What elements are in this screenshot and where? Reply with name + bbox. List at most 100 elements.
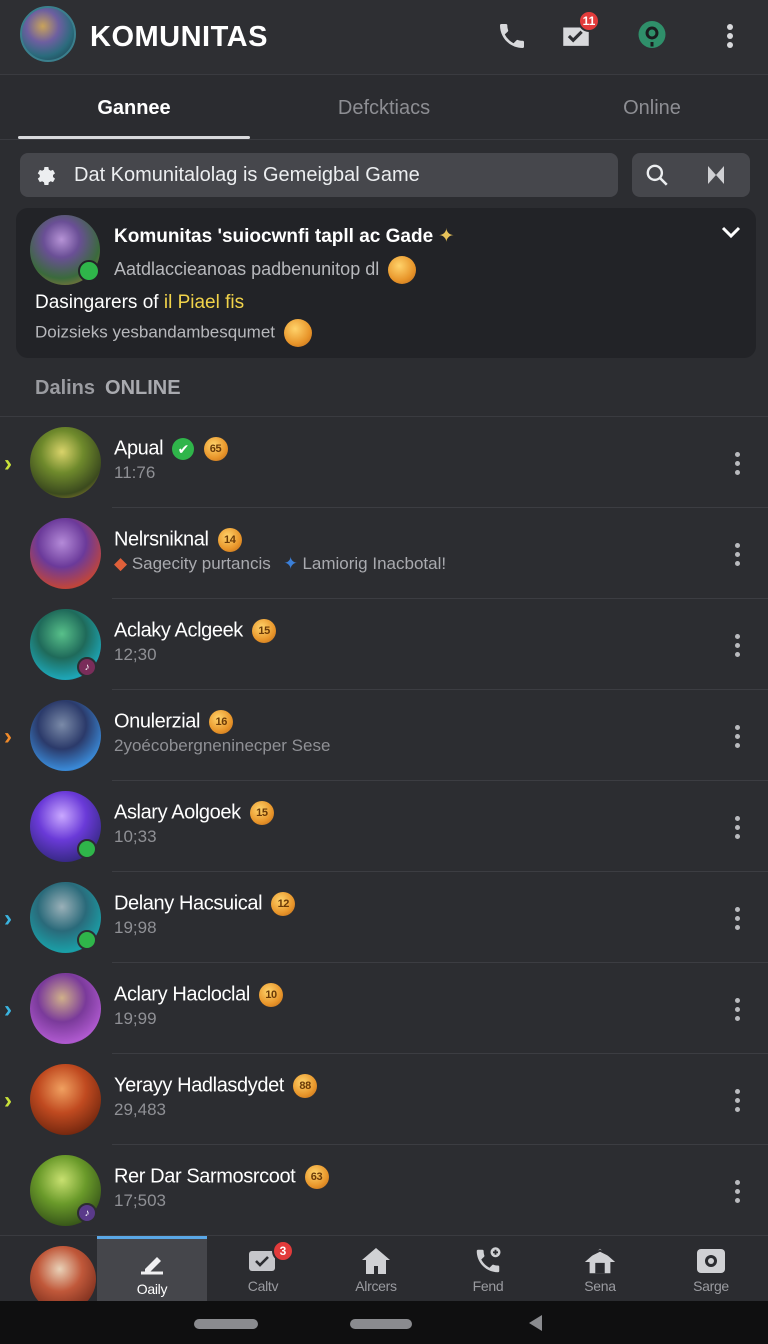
verified-icon: ✔ [172,438,195,460]
list-item[interactable]: › Delany Hacsuical 12 19;98 [0,872,768,963]
level-badge: 15 [249,801,274,825]
notification-badge: 3 [272,1240,294,1262]
member-name: Yerayy Hadlasdydet 88 [114,1074,318,1098]
search-icon[interactable] [644,162,670,193]
featured-detail: Doizsieks yesbandambesqumet [35,319,312,347]
level-badge: 63 [304,1165,329,1189]
recents-button[interactable] [194,1319,258,1329]
community-avatar[interactable] [20,6,76,62]
nav-label: Alrcers [355,1278,397,1294]
more-options-icon[interactable] [722,720,752,752]
featured-title: Komunitas 'suiocwnfi tapll ac Gade ✦ [114,225,454,248]
more-options-icon[interactable] [722,1084,752,1116]
home-button[interactable] [350,1319,412,1329]
avatar[interactable] [30,700,101,771]
member-time: 10;33 [114,827,157,846]
list-item[interactable]: Aslary Aolgoek 15 10;33 [0,781,768,872]
list-item[interactable]: ♪ Rer Dar Sarmosrcoot 63 17;503 [0,1145,768,1236]
more-options-icon[interactable] [722,1175,752,1207]
member-name: Aclaky Aclgeek 15 [114,619,277,643]
overflow-menu-icon[interactable] [712,18,748,54]
sparkle-icon: ✦ [438,226,455,247]
level-badge: 12 [271,892,296,916]
store-icon [583,1246,617,1276]
search-bar[interactable]: Dat Komunitalolag is Gemeigbal Game [20,153,618,197]
nav-item-sarge[interactable]: Sarge [656,1236,766,1302]
list-item[interactable]: ♪ Aclaky Aclgeek 15 12;30 [0,599,768,690]
list-item[interactable]: › Apual ✔ 65 11:76 [0,417,768,508]
tab-online[interactable]: Online [538,75,766,141]
pencil-icon [135,1249,169,1279]
chevron-down-icon[interactable] [720,224,742,245]
member-name-text: Nelrsniknal [114,528,209,551]
nav-label: Oaily [136,1281,168,1297]
member-name: Nelrsniknal 14 [114,528,242,552]
status-icon: ♪ [77,1203,97,1223]
featured-description-highlight: il Piael fis [163,292,245,313]
camera-icon [694,1246,728,1276]
nav-label: Sena [584,1278,616,1294]
activity-text: Sagecity purtancis [131,554,271,573]
more-options-icon[interactable] [722,538,752,570]
coin-icon [283,319,312,347]
member-name: Apual ✔ 65 [114,437,228,461]
gear-icon[interactable] [33,163,57,192]
section-label: Dalins [35,377,96,399]
member-name-text: Aclary Hacloclal [114,983,250,1006]
featured-community-card[interactable]: Komunitas 'suiocwnfi tapll ac Gade ✦ Aat… [16,208,756,358]
tab-defcktiacs[interactable]: Defcktiacs [270,75,498,141]
nav-item-alrcers[interactable]: Alrcers [321,1236,431,1302]
level-badge: 65 [203,437,228,461]
member-time: 19;99 [114,1009,157,1028]
member-name-text: Delany Hacsuical [114,892,263,915]
avatar[interactable] [30,518,101,589]
member-name: Aslary Aolgoek 15 [114,801,274,825]
member-name-text: Rer Dar Sarmosrcoot [114,1165,296,1188]
activity-text: Lamiorig Inacbotal! [302,554,447,573]
online-status-icon [77,930,97,950]
nav-item-caltv[interactable]: 3 Caltv [208,1236,318,1302]
avatar[interactable] [30,427,101,498]
more-options-icon[interactable] [722,811,752,843]
level-badge: 15 [252,619,277,643]
chevron-right-icon: › [4,450,12,477]
more-options-icon[interactable] [722,993,752,1025]
back-icon[interactable] [526,1313,544,1338]
featured-description: Dasingarers of il Piael fis [35,292,244,314]
section-header: Dalins ONLINE [35,377,181,400]
filter-icon[interactable] [704,164,728,191]
list-item[interactable]: › Aclary Hacloclal 10 19;99 [0,963,768,1054]
avatar[interactable] [30,973,101,1044]
help-icon[interactable] [634,18,670,54]
app-title: KOMUNITAS [90,21,268,53]
game-icon: ◆ [114,554,128,573]
status-icon: ♪ [77,657,97,677]
avatar[interactable] [30,1064,101,1135]
tab-label: Defcktiacs [337,96,431,119]
phone-icon[interactable] [494,18,530,54]
search-input[interactable]: Dat Komunitalolag is Gemeigbal Game [74,164,420,187]
member-name: Aclary Hacloclal 10 [114,983,284,1007]
nav-item-sena[interactable]: Sena [545,1236,655,1302]
list-item[interactable]: Nelrsniknal 14 ◆ Sagecity purtancis ✦ La… [0,508,768,599]
more-options-icon[interactable] [722,902,752,934]
member-time: 17;503 [114,1191,166,1210]
more-options-icon[interactable] [722,629,752,661]
tab-games[interactable]: Gannee [18,75,250,141]
chevron-right-icon: › [4,996,12,1023]
search-actions [632,153,750,197]
nav-item-daily[interactable]: Oaily [97,1236,207,1302]
nav-item-fend[interactable]: Fend [433,1236,543,1302]
list-item[interactable]: › Yerayy Hadlasdydet 88 29,483 [0,1054,768,1145]
member-time: 29,483 [114,1100,166,1119]
member-name-text: Onulerzial [114,710,201,733]
list-item[interactable]: › Onulerzial 16 2yoécobergneninecper Ses… [0,690,768,781]
member-name-text: Aslary Aolgoek [114,801,241,824]
member-time: 12;30 [114,645,157,664]
game-icon: ✦ [283,554,298,573]
inbox-check-icon[interactable]: 11 [558,10,600,54]
featured-subtitle: Aatdlaccieanoas padbenunitop dl [114,256,417,284]
chevron-right-icon: › [4,1087,12,1114]
member-time: 19;98 [114,918,157,937]
more-options-icon[interactable] [722,447,752,479]
